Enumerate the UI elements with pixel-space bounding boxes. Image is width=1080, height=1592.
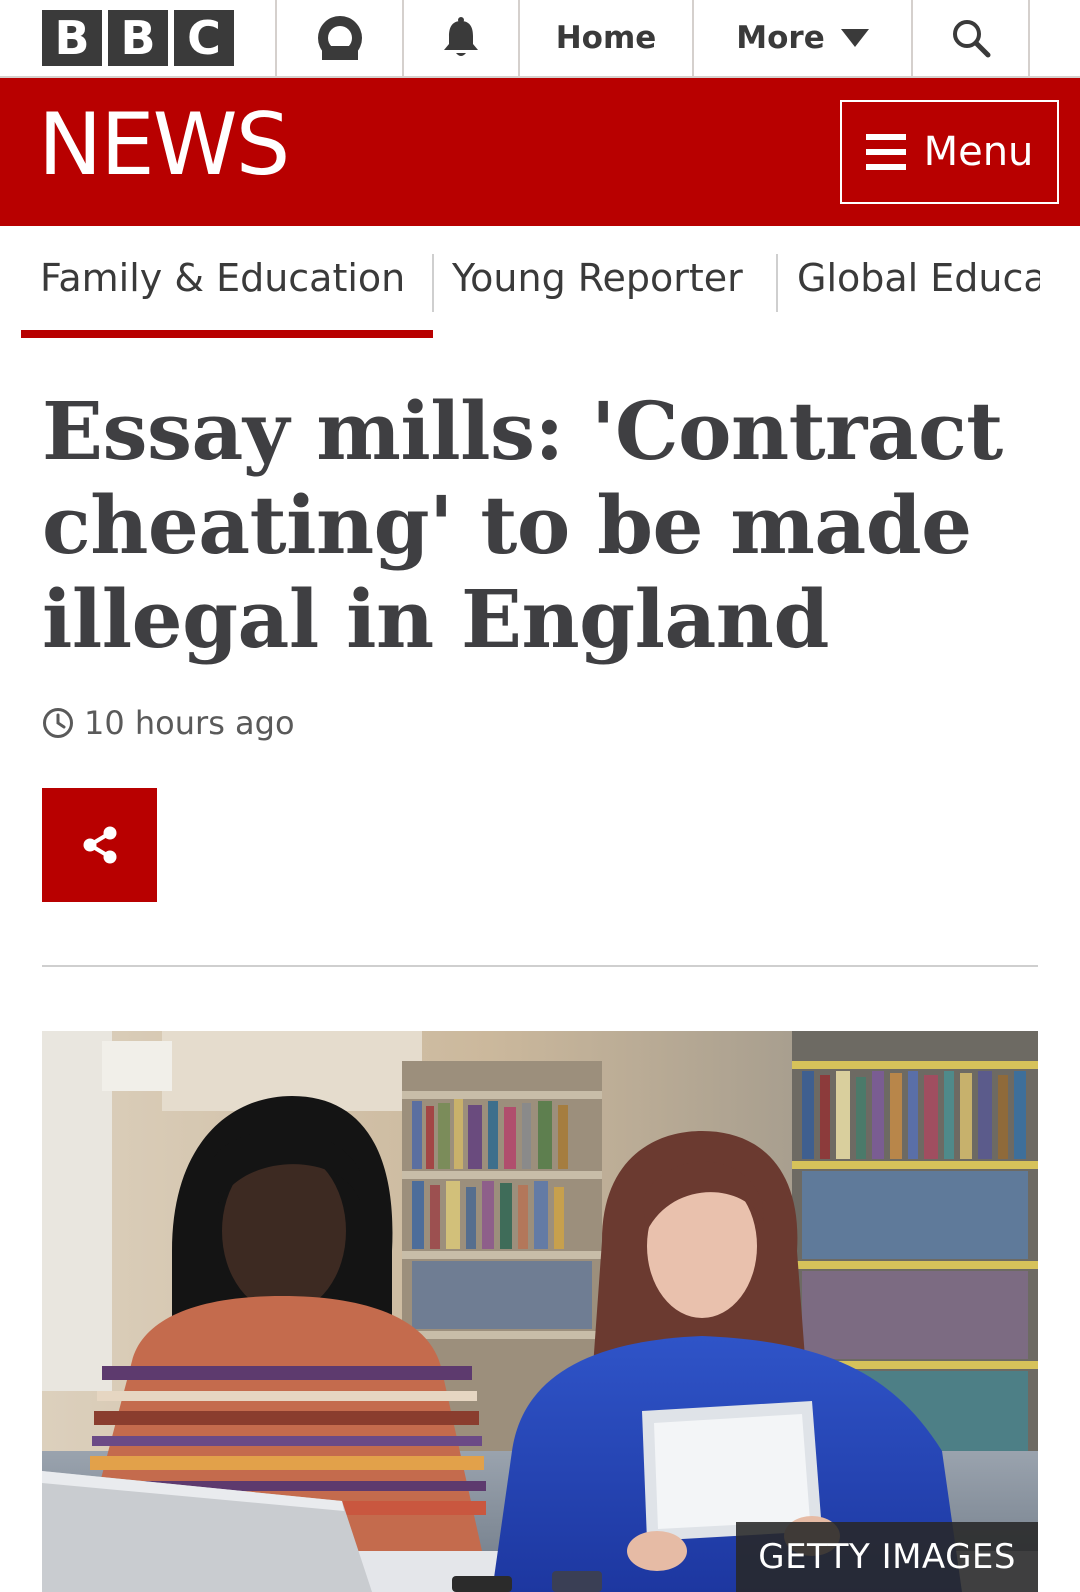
section-young-reporter[interactable]: Young Reporter xyxy=(452,256,743,300)
section-divider xyxy=(776,254,778,312)
article-image[interactable]: GETTY IMAGES xyxy=(42,1031,1038,1592)
clock-icon xyxy=(43,708,73,738)
bbc-top-bar: B B C Home More xyxy=(0,0,1080,78)
home-link[interactable]: Home xyxy=(520,0,694,76)
content-divider xyxy=(42,965,1038,967)
library-students-photo xyxy=(42,1031,1038,1592)
article-headline: Essay mills: 'Contract cheating' to be m… xyxy=(42,384,1003,666)
caret-down-icon xyxy=(840,29,869,47)
share-icon xyxy=(83,826,116,864)
section-global-education[interactable]: Global Educa xyxy=(797,256,1040,300)
logo-letter-b1: B xyxy=(42,10,102,66)
search-icon xyxy=(952,20,990,58)
more-label: More xyxy=(736,20,825,56)
search-button[interactable] xyxy=(913,0,1030,76)
logo-letter-c: C xyxy=(174,10,234,66)
section-nav: Family & Education Young Reporter Global… xyxy=(0,226,1080,342)
news-banner: NEWS Menu xyxy=(0,78,1080,226)
notifications-button[interactable] xyxy=(404,0,520,76)
article-timestamp: 10 hours ago xyxy=(42,704,295,742)
menu-label: Menu xyxy=(923,129,1034,175)
news-title[interactable]: NEWS xyxy=(38,102,290,188)
hamburger-icon xyxy=(865,134,906,170)
timestamp-text: 10 hours ago xyxy=(84,704,295,742)
logo-letter-b2: B xyxy=(108,10,168,66)
image-credit: GETTY IMAGES xyxy=(736,1522,1038,1592)
bell-icon xyxy=(444,17,478,56)
account-button[interactable] xyxy=(277,0,404,76)
section-family-education[interactable]: Family & Education xyxy=(40,256,405,300)
bbc-logo[interactable]: B B C xyxy=(0,0,277,76)
section-divider xyxy=(432,254,434,312)
user-icon xyxy=(317,16,362,60)
active-section-underline xyxy=(21,330,433,338)
share-button[interactable] xyxy=(42,788,157,902)
home-label: Home xyxy=(555,20,657,56)
menu-button[interactable]: Menu xyxy=(840,100,1059,204)
more-dropdown[interactable]: More xyxy=(694,0,913,76)
